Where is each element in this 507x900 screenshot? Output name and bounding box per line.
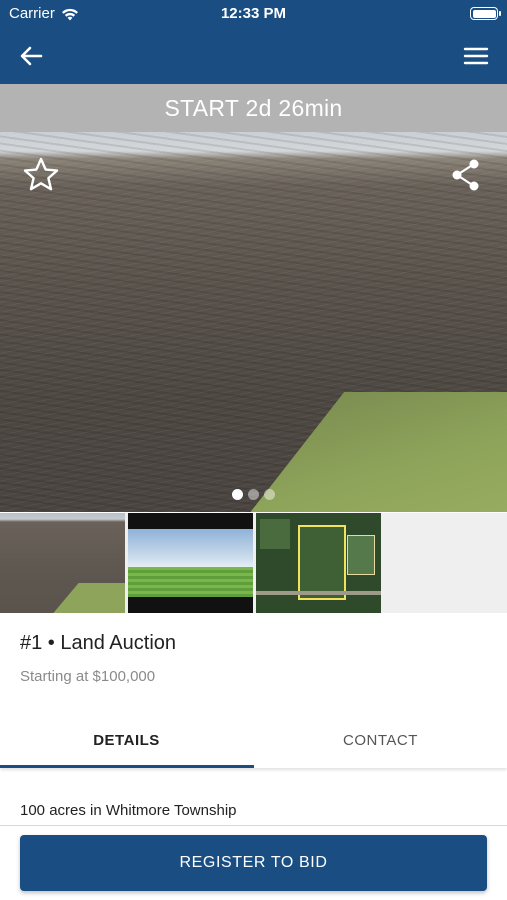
page-dot-2[interactable] bbox=[248, 489, 259, 500]
thumbnail-plowed-field[interactable] bbox=[0, 513, 125, 613]
thumbnail-strip bbox=[0, 513, 507, 613]
active-tab-indicator bbox=[0, 765, 254, 768]
page-dot-1[interactable] bbox=[232, 489, 243, 500]
hero-image[interactable] bbox=[0, 132, 507, 512]
tab-bar: DETAILS CONTACT bbox=[0, 712, 507, 768]
listing-description: 100 acres in Whitmore Township bbox=[20, 802, 237, 819]
nav-bar bbox=[0, 28, 507, 84]
footer-bar: REGISTER TO BID bbox=[0, 825, 507, 900]
battery-icon bbox=[470, 7, 501, 20]
thumbnail-crop-field[interactable] bbox=[128, 513, 253, 613]
star-outline-icon[interactable] bbox=[22, 156, 60, 194]
listing-title: #1 • Land Auction bbox=[20, 632, 177, 654]
status-bar: Carrier 12:33 PM bbox=[0, 0, 507, 28]
thumbnail-aerial-map[interactable] bbox=[256, 513, 381, 613]
clock: 12:33 PM bbox=[220, 5, 287, 22]
hamburger-menu-icon[interactable] bbox=[461, 41, 491, 71]
share-icon[interactable] bbox=[451, 158, 481, 192]
register-to-bid-button[interactable]: REGISTER TO BID bbox=[20, 835, 487, 891]
page-dot-3[interactable] bbox=[264, 489, 275, 500]
arrow-left-icon[interactable] bbox=[16, 41, 46, 71]
tab-details[interactable]: DETAILS bbox=[0, 712, 253, 768]
tab-contact[interactable]: CONTACT bbox=[254, 712, 507, 768]
countdown-banner: START 2d 26min bbox=[0, 84, 507, 132]
starting-price: Starting at $100,000 bbox=[20, 668, 156, 685]
countdown-label: START 2d 26min bbox=[164, 94, 343, 121]
page-indicator bbox=[0, 489, 507, 500]
